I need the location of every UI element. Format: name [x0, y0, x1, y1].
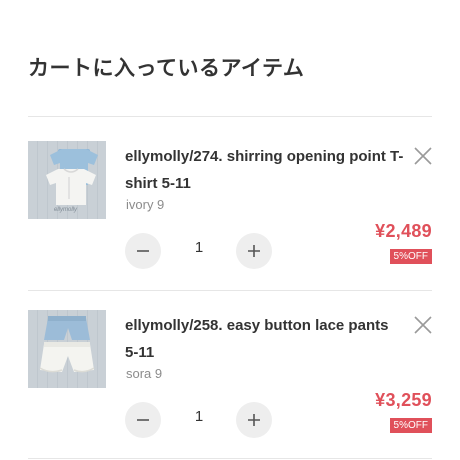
discount-badge: 5%OFF — [389, 249, 432, 264]
item-price: ¥3,259 — [375, 390, 432, 410]
product-image[interactable]: ellymolly — [28, 141, 106, 219]
product-name[interactable]: ellymolly/274. shirring opening point T-… — [125, 143, 405, 197]
item-price: ¥2,489 — [375, 221, 432, 241]
product-image[interactable] — [28, 310, 106, 388]
cart-item: ellymolly/258. easy button lace pants 5-… — [0, 286, 460, 458]
close-icon — [414, 316, 432, 334]
page-title: カートに入っているアイテム — [28, 56, 305, 80]
minus-icon — [137, 250, 149, 252]
remove-item-button[interactable] — [412, 145, 434, 167]
decrease-quantity-button[interactable] — [125, 402, 161, 438]
decrease-quantity-button[interactable] — [125, 233, 161, 269]
close-icon — [414, 147, 432, 165]
divider — [28, 458, 432, 459]
product-variant: sora 9 — [126, 366, 163, 381]
increase-quantity-button[interactable] — [236, 402, 272, 438]
watermark: ellymolly — [54, 207, 78, 213]
increase-quantity-button[interactable] — [236, 233, 272, 269]
minus-icon — [137, 419, 149, 421]
plus-icon — [248, 414, 260, 426]
cart-item: ellymolly ellymolly/274. shirring openin… — [0, 117, 460, 289]
discount-badge: 5%OFF — [389, 418, 432, 433]
quantity-value: 1 — [194, 408, 204, 425]
quantity-value: 1 — [194, 239, 204, 256]
remove-item-button[interactable] — [412, 314, 434, 336]
plus-icon — [248, 245, 260, 257]
product-name[interactable]: ellymolly/258. easy button lace pants 5-… — [125, 312, 405, 366]
pants-photo-icon — [39, 316, 95, 373]
product-variant: ivory 9 — [126, 197, 165, 212]
